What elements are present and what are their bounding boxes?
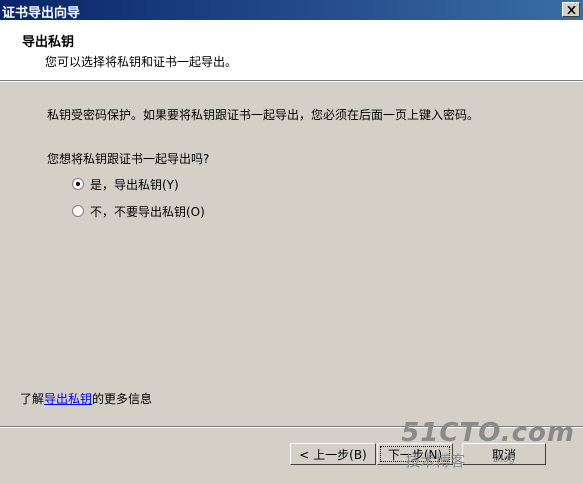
radio-unselected-icon[interactable] [72,205,84,217]
watermark-blog: Blog [493,454,516,465]
learn-more: 了解导出私钥的更多信息 [20,390,152,407]
radio-export-yes[interactable]: 是，导出私钥(Y) [72,176,179,192]
watermark-caption: 技术博客 [405,452,466,470]
learn-more-suffix: 的更多信息 [92,392,153,406]
close-button[interactable] [562,2,580,17]
close-icon [567,6,576,14]
learn-more-link[interactable]: 导出私钥 [44,392,92,406]
watermark: 51CTO.com 技术博客 Blog [401,418,575,470]
question-text: 您想将私钥跟证书一起导出吗? [47,152,210,166]
learn-more-prefix: 了解 [20,392,45,406]
watermark-site: 51CTO.com [401,418,575,448]
radio-selected-icon[interactable] [72,178,84,190]
title-bar: 证书导出向导 [0,0,583,21]
page-subtitle: 您可以选择将私钥和证书一起导出。 [45,55,238,69]
radio-export-no-label: 不，不要导出私钥(O) [90,204,205,219]
radio-export-no[interactable]: 不，不要导出私钥(O) [72,203,205,219]
radio-export-yes-label: 是，导出私钥(Y) [90,177,179,192]
page-title: 导出私钥 [22,35,75,50]
back-button[interactable]: < 上一步(B) [290,443,376,465]
wizard-header: 导出私钥 您可以选择将私钥和证书一起导出。 [0,20,583,80]
window-title: 证书导出向导 [2,6,81,21]
header-divider [0,80,583,82]
description-text: 私钥受密码保护。如果要将私钥跟证书一起导出，您必须在后面一页上键入密码。 [47,108,480,122]
